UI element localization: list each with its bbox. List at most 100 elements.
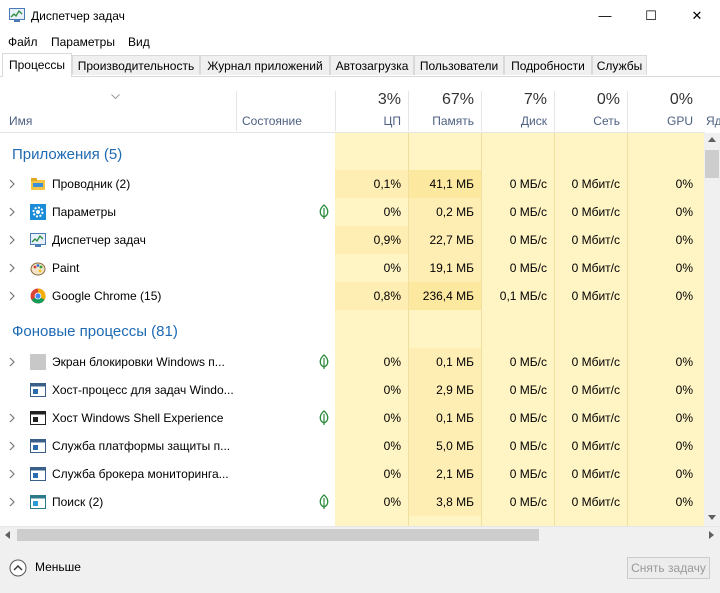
- group-header-apps[interactable]: Приложения (5): [0, 141, 705, 169]
- cpu-cell: 0%: [335, 254, 408, 282]
- disk-cell: 0 МБ/с: [481, 170, 554, 198]
- expand-chevron-icon[interactable]: [9, 235, 15, 245]
- expand-chevron-icon[interactable]: [9, 207, 15, 217]
- tab-processes[interactable]: Процессы: [2, 53, 72, 77]
- cpu-cell: 0%: [335, 198, 408, 226]
- cpu-cell: 0%: [335, 432, 408, 460]
- column-header: Имя Состояние 3% ЦП 67% Память 7% Диск 0…: [0, 77, 720, 133]
- expand-chevron-icon[interactable]: [9, 179, 15, 189]
- tab-services[interactable]: Службы: [592, 55, 647, 75]
- disk-cell: 0 МБ/с: [481, 254, 554, 282]
- column-disk[interactable]: 7% Диск: [482, 77, 554, 132]
- disk-label: Диск: [520, 114, 547, 128]
- scroll-left-arrow-icon[interactable]: [5, 531, 10, 539]
- horizontal-scrollbar[interactable]: [0, 526, 720, 544]
- group-apps-label: Приложения (5): [12, 146, 123, 163]
- process-name: Проводник (2): [52, 177, 131, 191]
- window-title: Диспетчер задач: [31, 9, 125, 23]
- process-name: Служба брокера мониторинга...: [52, 467, 229, 481]
- memory-cell: 19,1 МБ: [408, 254, 481, 282]
- process-row[interactable]: Служба платформы защиты п... 0% 5,0 МБ 0 МБ…: [0, 432, 705, 460]
- gpu-cell: 0%: [627, 404, 700, 432]
- process-row[interactable]: Хост-процесс для задач Windo... 0% 2,9 МБ 0…: [0, 376, 705, 404]
- expand-chevron-icon[interactable]: [9, 291, 15, 301]
- minimize-button[interactable]: —: [582, 0, 628, 32]
- disk-cell: 0 МБ/с: [481, 404, 554, 432]
- scroll-up-arrow-icon[interactable]: [708, 137, 716, 142]
- gpu-cell: 0%: [627, 226, 700, 254]
- folder-icon: [30, 176, 46, 192]
- tab-performance[interactable]: Производительность: [72, 55, 200, 75]
- cpu-cell: 0%: [335, 488, 408, 516]
- tab-details[interactable]: Подробности: [504, 55, 592, 75]
- network-cell: 0 Мбит/с: [554, 376, 627, 404]
- horizontal-scroll-thumb[interactable]: [17, 529, 539, 541]
- expand-chevron-icon[interactable]: [9, 497, 15, 507]
- memory-cell: 0,1 МБ: [408, 404, 481, 432]
- column-status[interactable]: Состояние: [237, 77, 335, 132]
- fewer-details-link[interactable]: Меньше: [35, 560, 81, 574]
- process-row[interactable]: Служба брокера мониторинга... 0% 2,1 МБ 0 М…: [0, 460, 705, 488]
- column-gpu[interactable]: 0% GPU: [628, 77, 700, 132]
- expand-chevron-icon[interactable]: [9, 357, 15, 367]
- suspended-leaf-icon: [319, 354, 329, 369]
- scroll-right-arrow-icon[interactable]: [709, 531, 714, 539]
- process-row[interactable]: Хост Windows Shell Experience 0% 0,1 МБ 0 М…: [0, 404, 705, 432]
- menu-options[interactable]: Параметры: [51, 35, 115, 49]
- process-name: Google Chrome (15): [52, 289, 162, 303]
- process-row[interactable]: Диспетчер задач 0,9% 22,7 МБ 0 МБ/с 0 Мбит/с…: [0, 226, 705, 254]
- process-row[interactable]: Проводник (2) 0,1% 41,1 МБ 0 МБ/с 0 Мбит/с 0%: [0, 170, 705, 198]
- process-name: Хост-процесс для задач Windo...: [52, 383, 234, 397]
- expand-chevron-icon[interactable]: [9, 413, 15, 423]
- column-gpu-engine-label: Яд: [706, 114, 720, 128]
- vertical-scroll-thumb[interactable]: [705, 150, 719, 178]
- end-task-button[interactable]: Снять задачу: [627, 557, 710, 579]
- process-row[interactable]: Поиск (2) 0% 3,8 МБ 0 МБ/с 0 Мбит/с 0%: [0, 488, 705, 516]
- tab-app-history[interactable]: Журнал приложений: [200, 55, 330, 75]
- column-name[interactable]: Имя: [0, 77, 236, 132]
- cpu-cell: 0%: [335, 404, 408, 432]
- process-name: Диспетчер задач: [52, 233, 146, 247]
- process-name: Paint: [52, 261, 80, 275]
- process-row[interactable]: Google Chrome (15) 0,8% 236,4 МБ 0,1 МБ/с 0 …: [0, 282, 705, 310]
- memory-cell: 2,9 МБ: [408, 376, 481, 404]
- group-background-label: Фоновые процессы (81): [12, 323, 178, 340]
- disk-total: 7%: [523, 91, 547, 108]
- tab-startup[interactable]: Автозагрузка: [330, 55, 414, 75]
- expand-chevron-icon[interactable]: [9, 441, 15, 451]
- gpu-cell: 0%: [627, 348, 700, 376]
- cpu-total: 3%: [377, 91, 401, 108]
- column-memory[interactable]: 67% Память: [409, 77, 481, 132]
- expand-chevron-icon[interactable]: [9, 469, 15, 479]
- group-header-background[interactable]: Фоновые процессы (81): [0, 318, 705, 346]
- column-network[interactable]: 0% Сеть: [555, 77, 627, 132]
- cpu-cell: 0%: [335, 460, 408, 488]
- process-row[interactable]: Paint 0% 19,1 МБ 0 МБ/с 0 Мбит/с 0%: [0, 254, 705, 282]
- close-button[interactable]: ✕: [674, 0, 720, 32]
- gpu-cell: 0%: [627, 198, 700, 226]
- window-app-icon: [30, 438, 46, 454]
- process-row[interactable]: Экран блокировки Windows п... 0% 0,1 МБ 0 М…: [0, 348, 705, 376]
- menu-file[interactable]: Файл: [8, 35, 38, 49]
- maximize-button[interactable]: ☐: [628, 0, 674, 32]
- process-name: Служба платформы защиты п...: [52, 439, 231, 453]
- gear-icon: [30, 204, 46, 220]
- column-name-label: Имя: [9, 114, 33, 128]
- menu-view[interactable]: Вид: [128, 35, 150, 49]
- tab-users[interactable]: Пользователи: [414, 55, 504, 75]
- search-app-icon: [30, 494, 46, 510]
- expand-chevron-icon[interactable]: [9, 263, 15, 273]
- process-name: Хост Windows Shell Experience: [52, 411, 224, 425]
- disk-cell: 0 МБ/с: [481, 226, 554, 254]
- network-cell: 0 Мбит/с: [554, 460, 627, 488]
- cpu-cell: 0%: [335, 348, 408, 376]
- task-manager-icon: [30, 232, 46, 248]
- scroll-down-arrow-icon[interactable]: [708, 515, 716, 520]
- shell-icon: [30, 410, 46, 426]
- column-cpu[interactable]: 3% ЦП: [336, 77, 408, 132]
- vertical-scrollbar[interactable]: [704, 133, 720, 526]
- network-cell: 0 Мбит/с: [554, 488, 627, 516]
- chevron-up-circle-icon[interactable]: [9, 559, 27, 577]
- process-row[interactable]: Параметры 0% 0,2 МБ 0 МБ/с 0 Мбит/с 0%: [0, 198, 705, 226]
- memory-cell: 2,1 МБ: [408, 460, 481, 488]
